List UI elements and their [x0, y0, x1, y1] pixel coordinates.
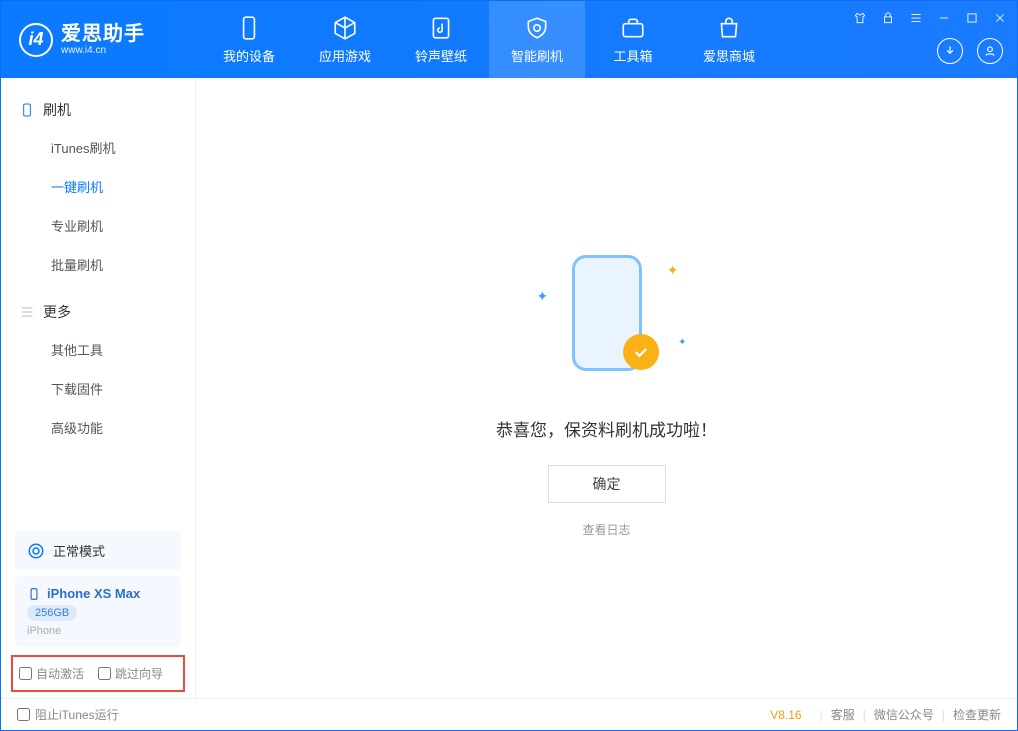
version-label: V8.16 — [770, 708, 801, 722]
cube-icon — [331, 14, 359, 42]
check-update-link[interactable]: 检查更新 — [953, 706, 1001, 723]
download-icon[interactable] — [937, 38, 963, 64]
maximize-icon[interactable] — [961, 7, 983, 29]
device-name-row: iPhone XS Max — [27, 586, 140, 601]
device-type: iPhone — [27, 625, 61, 637]
app-logo: i4 爱思助手 www.i4.cn — [1, 23, 201, 57]
sidebar-bottom: 正常模式 iPhone XS Max 256GB iPhone 自动激活 跳过向… — [1, 525, 195, 698]
app-url: www.i4.cn — [61, 45, 145, 56]
user-icon[interactable] — [977, 38, 1003, 64]
nav-label: 爱思商城 — [703, 46, 755, 65]
view-log-link[interactable]: 查看日志 — [582, 521, 630, 538]
nav-toolbox[interactable]: 工具箱 — [585, 1, 681, 78]
auto-activate-checkbox[interactable]: 自动激活 — [19, 665, 84, 682]
footer-right: V8.16 | 客服 | 微信公众号 | 检查更新 — [770, 706, 1001, 723]
nav-apps-games[interactable]: 应用游戏 — [297, 1, 393, 78]
footer: 阻止iTunes运行 V8.16 | 客服 | 微信公众号 | 检查更新 — [1, 698, 1017, 730]
nav-my-device[interactable]: 我的设备 — [201, 1, 297, 78]
close-icon[interactable] — [989, 7, 1011, 29]
success-illustration: ✦ ✦ ✦ — [517, 238, 697, 388]
menu-icon[interactable] — [905, 7, 927, 29]
top-nav: 我的设备 应用游戏 铃声壁纸 智能刷机 工具箱 爱思商城 — [201, 1, 777, 78]
app-name: 爱思助手 — [61, 23, 145, 45]
sidebar-item-other-tools[interactable]: 其他工具 — [1, 330, 195, 369]
sidebar-item-oneclick-flash[interactable]: 一键刷机 — [1, 167, 195, 206]
app-window: i4 爱思助手 www.i4.cn 我的设备 应用游戏 铃声壁纸 智能刷机 — [0, 0, 1018, 731]
device-icon — [27, 587, 41, 601]
sidebar: 刷机 iTunes刷机 一键刷机 专业刷机 批量刷机 更多 其他工具 下载固件 … — [1, 78, 196, 698]
block-itunes-checkbox[interactable]: 阻止iTunes运行 — [17, 706, 119, 723]
nav-label: 我的设备 — [223, 46, 275, 65]
lock-icon[interactable] — [877, 7, 899, 29]
sidebar-item-pro-flash[interactable]: 专业刷机 — [1, 206, 195, 245]
nav-label: 智能刷机 — [511, 46, 563, 65]
logo-icon: i4 — [19, 23, 53, 57]
sparkle-icon: ✦ — [678, 337, 686, 348]
shirt-icon[interactable] — [849, 7, 871, 29]
header: i4 爱思助手 www.i4.cn 我的设备 应用游戏 铃声壁纸 智能刷机 — [1, 1, 1017, 78]
nav-ringtones[interactable]: 铃声壁纸 — [393, 1, 489, 78]
sparkle-icon: ✦ — [667, 262, 679, 279]
nav-label: 应用游戏 — [319, 46, 371, 65]
sidebar-item-download-firmware[interactable]: 下载固件 — [1, 369, 195, 408]
music-file-icon — [427, 14, 455, 42]
sidebar-item-batch-flash[interactable]: 批量刷机 — [1, 245, 195, 284]
nav-flash[interactable]: 智能刷机 — [489, 1, 585, 78]
minimize-icon[interactable] — [933, 7, 955, 29]
success-message: 恭喜您，保资料刷机成功啦！ — [496, 416, 717, 441]
sidebar-section-flash: 刷机 — [1, 92, 195, 128]
phone-outline-icon — [19, 102, 35, 118]
toolbox-icon — [619, 14, 647, 42]
sparkle-icon: ✦ — [537, 288, 549, 305]
nav-label: 工具箱 — [613, 46, 652, 65]
refresh-shield-icon — [523, 14, 551, 42]
mode-card[interactable]: 正常模式 — [15, 531, 181, 570]
sidebar-item-advanced[interactable]: 高级功能 — [1, 408, 195, 447]
sync-icon — [27, 542, 45, 560]
mode-label: 正常模式 — [53, 541, 105, 560]
skip-guide-checkbox[interactable]: 跳过向导 — [98, 665, 163, 682]
highlighted-options: 自动激活 跳过向导 — [11, 655, 185, 692]
success-check-icon — [623, 334, 659, 370]
device-card[interactable]: iPhone XS Max 256GB iPhone — [15, 576, 181, 647]
list-icon — [19, 304, 35, 320]
nav-store[interactable]: 爱思商城 — [681, 1, 777, 78]
phone-icon — [235, 14, 263, 42]
wechat-link[interactable]: 微信公众号 — [874, 706, 934, 723]
header-right-actions — [937, 38, 1003, 64]
bag-icon — [715, 14, 743, 42]
ok-button[interactable]: 确定 — [548, 465, 666, 503]
customer-service-link[interactable]: 客服 — [831, 706, 855, 723]
main-content: ✦ ✦ ✦ 恭喜您，保资料刷机成功啦！ 确定 查看日志 — [196, 78, 1017, 698]
nav-label: 铃声壁纸 — [415, 46, 467, 65]
sidebar-section-more: 更多 — [1, 294, 195, 330]
device-storage-badge: 256GB — [27, 605, 77, 621]
window-controls — [849, 7, 1011, 29]
sidebar-item-itunes-flash[interactable]: iTunes刷机 — [1, 128, 195, 167]
body: 刷机 iTunes刷机 一键刷机 专业刷机 批量刷机 更多 其他工具 下载固件 … — [1, 78, 1017, 698]
